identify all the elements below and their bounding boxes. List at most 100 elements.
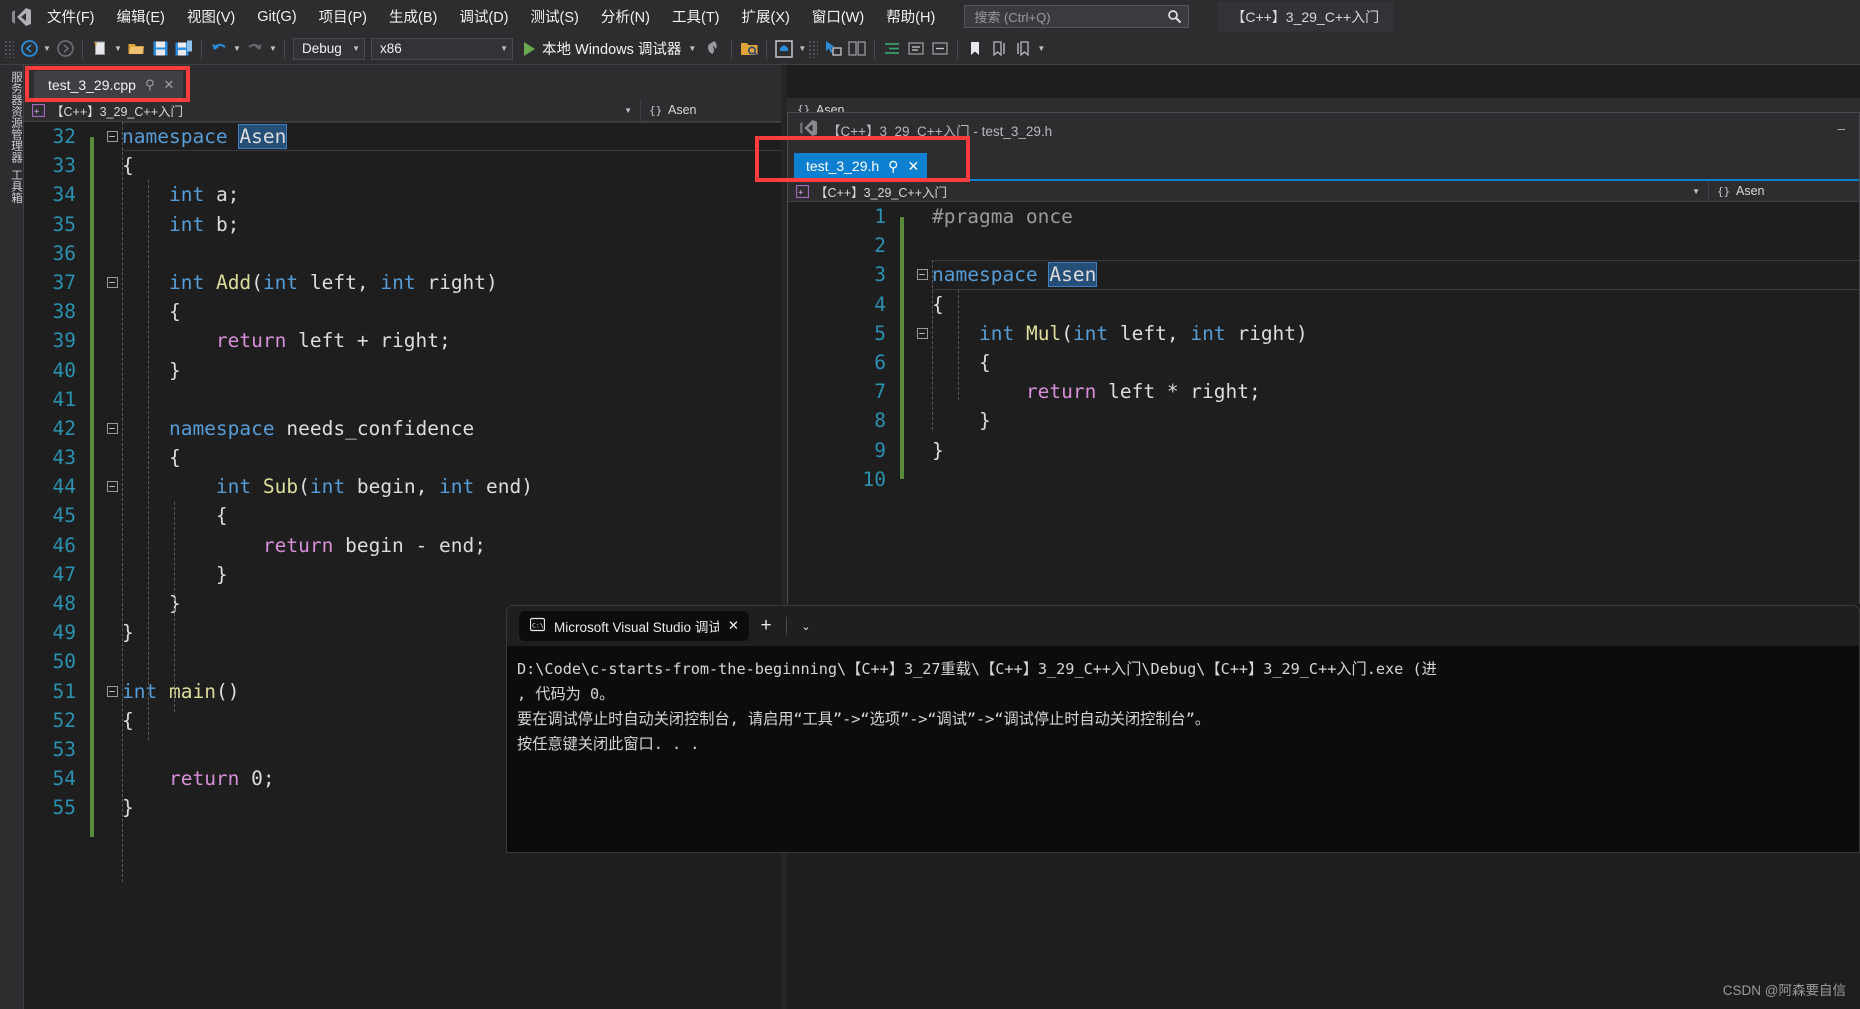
code-line[interactable]: 43 { — [24, 443, 781, 487]
find-in-files-icon[interactable] — [737, 37, 761, 61]
menu-item-build[interactable]: 生成(B) — [378, 1, 448, 32]
code-line[interactable]: 47 } — [24, 560, 781, 604]
sidebar-item-server-explorer[interactable]: 服务器资源管理器 — [0, 71, 24, 163]
fold-toggle[interactable]: − — [102, 481, 122, 493]
undo-dropdown-icon[interactable]: ▼ — [231, 37, 243, 61]
prev-bookmark-icon[interactable] — [987, 37, 1011, 61]
console-tab[interactable]: C:\ Microsoft Visual Studio 调试控 ✕ — [519, 611, 749, 641]
code-line[interactable]: 9} — [788, 436, 1859, 480]
fold-toggle[interactable]: − — [102, 131, 122, 143]
bookmark-icon[interactable] — [963, 37, 987, 61]
project-selector[interactable]: + 【C++】3_29_C++入门 ▼ — [788, 181, 1709, 201]
code-line[interactable]: 38 { — [24, 297, 781, 341]
code-line[interactable]: 8 } — [788, 406, 1859, 451]
tab-test-3-29-cpp[interactable]: test_3_29.cpp ⚲ ✕ — [34, 71, 184, 99]
search-input[interactable]: 搜索 (Ctrl+Q) — [964, 5, 1190, 28]
comment-icon[interactable] — [904, 37, 928, 61]
fold-toggle[interactable]: − — [912, 269, 932, 281]
menu-item-help[interactable]: 帮助(H) — [875, 1, 946, 32]
minimize-icon[interactable]: – — [1838, 121, 1845, 136]
code-line[interactable]: 35 int b; — [24, 210, 781, 254]
close-icon[interactable]: ✕ — [164, 77, 175, 93]
toolbar-grip[interactable] — [808, 39, 819, 58]
code-line[interactable]: 46 return begin - end; — [24, 531, 781, 575]
save-all-icon[interactable] — [172, 37, 196, 61]
tab-test-3-29-h[interactable]: test_3_29.h ⚲ ✕ — [794, 153, 928, 179]
solution-configuration-combo[interactable]: Debug ▼ — [293, 37, 365, 60]
chevron-down-icon[interactable]: ▼ — [1692, 187, 1700, 196]
fold-toggle[interactable]: − — [102, 685, 122, 697]
select-element-icon[interactable] — [821, 37, 845, 61]
code-line[interactable]: 6 { — [788, 348, 1859, 392]
project-selector[interactable]: + 【C++】3_29_C++入门 ▼ — [24, 99, 641, 121]
indent-icon[interactable] — [880, 37, 904, 61]
hot-reload-icon[interactable] — [702, 37, 726, 61]
code-line[interactable]: 39 return left + right; — [24, 326, 781, 371]
floating-code-area[interactable]: 1 #pragma once 2 3− namespace Asen 4{5− int M… — [788, 202, 1859, 604]
toolbar-grip[interactable] — [4, 39, 14, 58]
window-layout-dropdown-icon[interactable]: ▼ — [796, 37, 808, 61]
chevron-down-icon[interactable]: ▼ — [688, 44, 696, 53]
arrow-back-icon[interactable] — [17, 37, 41, 61]
menu-item-test[interactable]: 测试(S) — [520, 1, 590, 32]
code-line[interactable]: 33 { — [24, 151, 781, 195]
pin-icon[interactable]: ⚲ — [145, 77, 155, 93]
code-line[interactable]: 10 — [788, 465, 1859, 494]
next-bookmark-icon[interactable] — [1011, 37, 1035, 61]
fold-toggle[interactable]: − — [912, 327, 932, 339]
redo-dropdown-icon[interactable]: ▼ — [267, 37, 279, 61]
menu-item-view[interactable]: 视图(V) — [176, 1, 246, 32]
menu-item-tools[interactable]: 工具(T) — [661, 1, 731, 32]
code-line[interactable]: 44− int Sub(int begin, int end) — [24, 472, 781, 517]
code-line[interactable]: 42 − namespace needs_confidence — [24, 414, 781, 458]
new-item-dropdown-icon[interactable]: ▼ — [112, 37, 124, 61]
menu-item-debug[interactable]: 调试(D) — [448, 1, 519, 32]
code-line[interactable]: 1 #pragma once — [788, 202, 1859, 246]
save-icon[interactable] — [148, 37, 172, 61]
undo-icon[interactable] — [207, 37, 231, 61]
sidebar-item-toolbox[interactable]: 工具箱 — [0, 169, 24, 204]
pin-icon[interactable]: ⚲ — [888, 158, 898, 175]
plus-icon[interactable]: + — [753, 613, 779, 639]
code-line[interactable]: 32− namespace Asen — [24, 122, 781, 166]
start-debugging-button[interactable]: 本地 Windows 调试器 ▼ — [524, 38, 696, 59]
code-line[interactable]: 4{ — [788, 290, 1859, 334]
arrow-forward-icon[interactable] — [53, 37, 77, 61]
menu-item-extensions[interactable]: 扩展(X) — [731, 1, 801, 32]
chevron-down-icon[interactable]: ▼ — [624, 106, 632, 115]
code-line[interactable]: 3− namespace Asen — [788, 260, 1859, 305]
menu-item-file[interactable]: 文件(F) — [36, 1, 106, 32]
left-code-area[interactable]: 32− namespace Asen 33{34 int a; 35 int b; 36… — [24, 122, 781, 1009]
menu-item-window[interactable]: 窗口(W) — [801, 1, 875, 32]
code-line[interactable]: 36 — [24, 239, 781, 283]
code-line[interactable]: 45 { — [24, 501, 781, 546]
menu-item-git[interactable]: Git(G) — [246, 4, 307, 30]
code-line[interactable]: 37− int Add(int left, int right) — [24, 268, 781, 312]
compare-icon[interactable] — [845, 37, 869, 61]
code-token: Mul — [1025, 321, 1062, 345]
close-icon[interactable]: ✕ — [907, 158, 919, 175]
uncomment-icon[interactable] — [928, 37, 952, 61]
code-line[interactable]: 34 int a; — [24, 180, 781, 225]
close-icon[interactable]: ✕ — [728, 618, 739, 634]
new-item-icon[interactable] — [88, 37, 112, 61]
fold-toggle[interactable]: − — [102, 422, 122, 434]
bookmarks-overflow-icon[interactable]: ▼ — [1035, 37, 1047, 61]
menu-item-project[interactable]: 项目(P) — [308, 1, 378, 32]
redo-icon[interactable] — [243, 37, 267, 61]
scope-selector[interactable]: {} Asen — [641, 99, 781, 121]
back-dropdown-icon[interactable]: ▼ — [41, 37, 53, 61]
code-line[interactable]: 41 — [24, 385, 781, 429]
menu-item-analyze[interactable]: 分析(N) — [590, 1, 661, 32]
code-line[interactable]: 5− int Mul(int left, int right) — [788, 319, 1859, 363]
open-folder-icon[interactable] — [124, 37, 148, 61]
window-layout-icon[interactable] — [772, 37, 796, 61]
scope-selector[interactable]: {} Asen — [1709, 181, 1859, 201]
code-line[interactable]: 2 — [788, 231, 1859, 275]
code-line[interactable]: 40 } — [24, 356, 781, 400]
fold-toggle[interactable]: − — [102, 277, 122, 289]
chevron-down-icon[interactable]: ⌄ — [794, 613, 818, 639]
code-line[interactable]: 7 return left * right; — [788, 377, 1859, 421]
menu-item-edit[interactable]: 编辑(E) — [106, 1, 176, 32]
solution-platform-combo[interactable]: x86 ▼ — [371, 37, 513, 60]
